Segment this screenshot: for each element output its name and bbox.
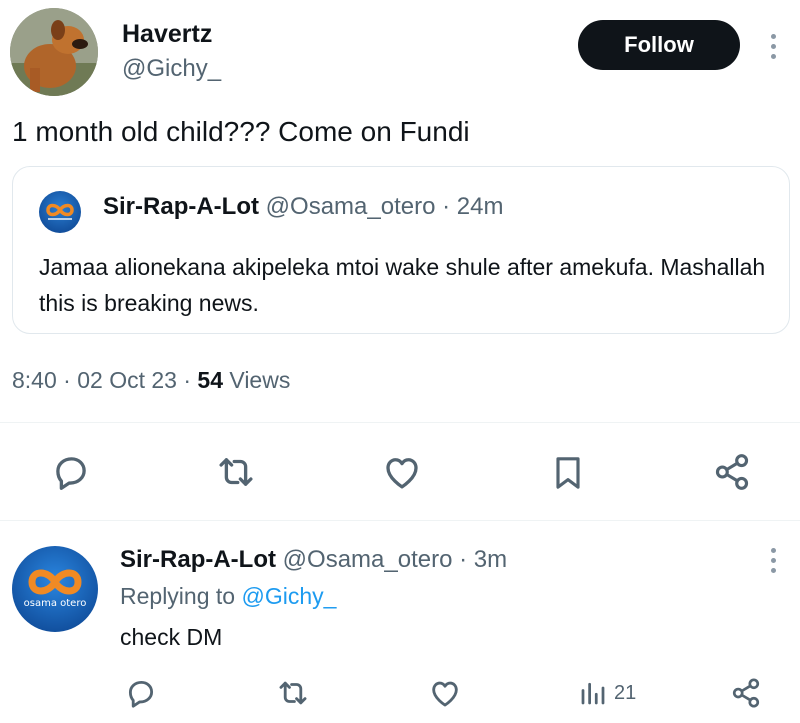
follow-button[interactable]: Follow (578, 20, 740, 70)
reply-button[interactable] (50, 451, 92, 493)
views-label[interactable]: Views (229, 367, 290, 393)
author-avatar[interactable] (10, 8, 98, 96)
like-icon (386, 458, 418, 489)
divider (0, 422, 800, 423)
quoted-tweet-card[interactable]: Sir-Rap-A-Lot @Osama_otero · 24m Jamaa a… (12, 166, 790, 334)
tweet-text: 1 month old child??? Come on Fundi (12, 116, 470, 147)
more-options-icon[interactable] (770, 34, 776, 59)
reply-author-avatar[interactable]: osama otero (12, 546, 98, 632)
reply-author-handle[interactable]: @Osama_otero (283, 546, 453, 573)
analytics-icon (581, 682, 605, 705)
quoted-author-avatar (39, 191, 81, 233)
retweet-icon (279, 681, 307, 705)
tweet-time[interactable]: 8:40 (12, 367, 57, 393)
replying-to-prefix: Replying to (120, 583, 236, 609)
quoted-author-name: Sir-Rap-A-Lot (103, 193, 259, 220)
quoted-age: 24m (456, 193, 504, 220)
quoted-separator: · (442, 193, 451, 220)
like-button[interactable] (380, 451, 424, 493)
views-count[interactable]: 54 (197, 367, 223, 393)
replying-to-line: Replying to @Gichy_ (120, 583, 336, 610)
author-display-name[interactable]: Havertz (122, 20, 212, 49)
like-icon (432, 681, 458, 707)
author-handle[interactable]: @Gichy_ (122, 55, 221, 83)
reply-analytics-button[interactable]: 21 (578, 676, 636, 710)
reply-age[interactable]: 3m (474, 546, 507, 573)
avatar-logo-text: osama otero (23, 598, 87, 609)
reply-retweet-button[interactable] (274, 676, 312, 710)
reply-header: Sir-Rap-A-Lot @Osama_otero · 3m (120, 546, 507, 574)
reply-reply-button[interactable] (123, 676, 159, 710)
reply-views-count: 21 (614, 681, 637, 704)
retweet-icon (219, 458, 253, 486)
quoted-tweet-text: Jamaa alionekana akipeleka mtoi wake shu… (39, 254, 766, 316)
reply-share-button[interactable] (728, 676, 764, 710)
bookmark-icon (556, 457, 580, 489)
reply-text: check DM (120, 624, 223, 650)
share-icon (715, 454, 749, 490)
replying-to-link[interactable]: @Gichy_ (241, 583, 336, 609)
tweet-meta: 8:40 · 02 Oct 23 · 54 Views (12, 367, 290, 394)
reply-icon (56, 457, 86, 490)
reply-more-options-icon[interactable] (770, 548, 776, 573)
quoted-author-handle: @Osama_otero (265, 193, 436, 220)
infinity-logo-icon (46, 203, 74, 220)
quoted-tweet-header: Sir-Rap-A-Lot @Osama_otero · 24m (103, 193, 503, 221)
retweet-button[interactable] (214, 451, 258, 493)
infinity-logo-icon (28, 569, 82, 595)
share-icon (732, 678, 760, 708)
reply-author-name[interactable]: Sir-Rap-A-Lot (120, 546, 276, 573)
reply-separator: · (459, 546, 468, 573)
dog-photo-icon (10, 8, 98, 96)
tweet-date[interactable]: 02 Oct 23 (77, 367, 177, 393)
reply-icon (128, 680, 154, 708)
divider (0, 520, 800, 521)
reply-like-button[interactable] (426, 676, 464, 710)
bookmark-button[interactable] (548, 451, 588, 495)
meta-separator: · (183, 367, 192, 393)
meta-separator: · (63, 367, 71, 393)
share-button[interactable] (711, 451, 753, 493)
